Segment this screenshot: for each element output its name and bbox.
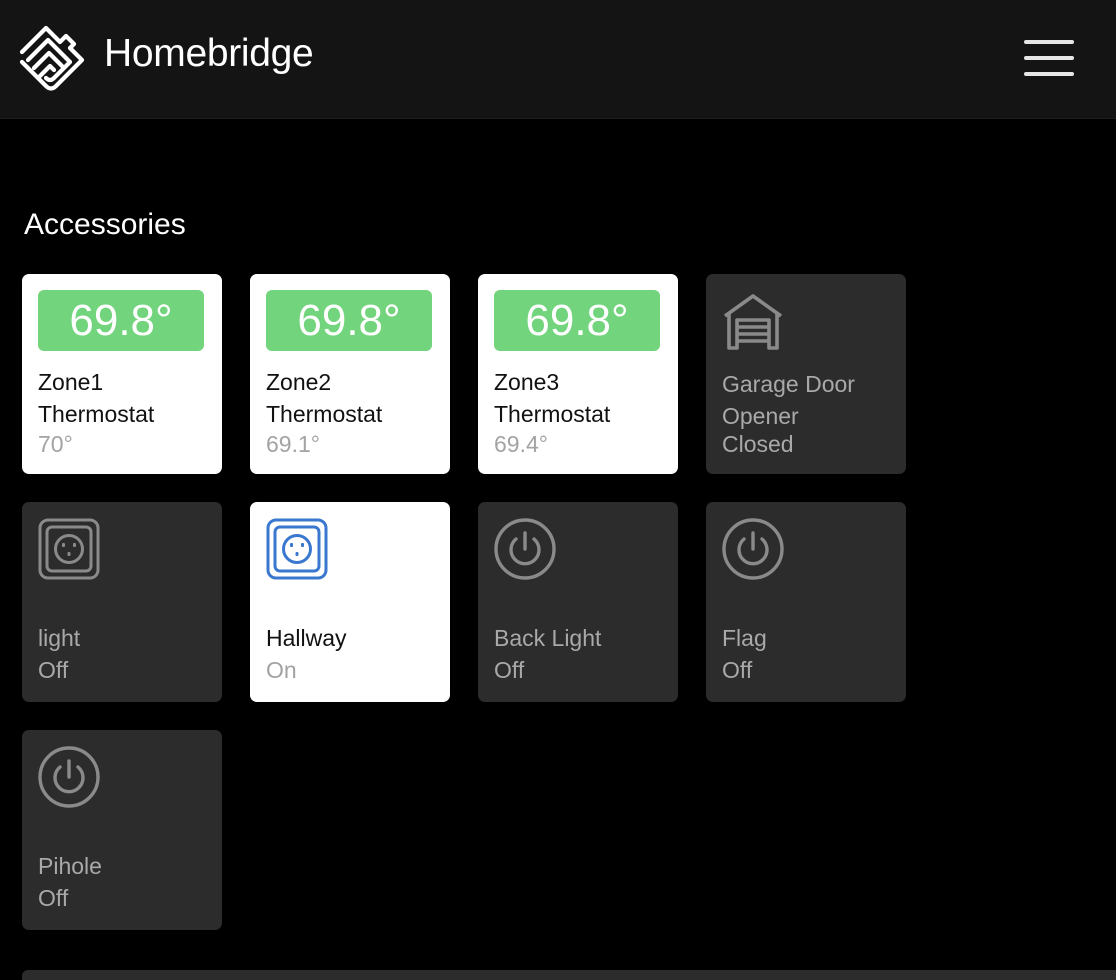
tile-status: Off	[38, 885, 69, 911]
current-temperature-badge: 69.8°	[494, 290, 660, 351]
menu-bar	[1024, 72, 1074, 76]
accessory-tile-zone3-thermostat[interactable]: 69.8° Zone3 Thermostat 69.4°	[478, 274, 678, 474]
outlet-icon	[38, 518, 100, 580]
tile-name: Flag	[722, 625, 767, 651]
tile-status: 69.1°	[266, 431, 320, 457]
tile-name: Thermostat	[38, 401, 155, 427]
power-icon	[722, 518, 784, 580]
accessory-tile-garage-door-opener[interactable]: Garage Door Opener Closed	[706, 274, 906, 474]
hamburger-menu-button[interactable]	[1020, 36, 1078, 80]
tile-name: Thermostat	[266, 401, 383, 427]
tile-name: Zone3	[494, 369, 560, 395]
tile-status: Closed	[722, 431, 794, 457]
tile-status: 70°	[38, 431, 73, 457]
current-temperature-badge: 69.8°	[38, 290, 204, 351]
hamburger-menu-icon	[1024, 40, 1074, 44]
bottom-panel-edge	[22, 970, 1116, 980]
page-title: Accessories	[24, 208, 186, 241]
accessory-tile-zone2-thermostat[interactable]: 69.8° Zone2 Thermostat 69.1°	[250, 274, 450, 474]
accessory-tile-pihole[interactable]: Pihole Off	[22, 730, 222, 930]
garage-icon	[723, 294, 783, 350]
tile-name: Zone1	[38, 369, 104, 395]
tile-name: Hallway	[266, 625, 347, 651]
tile-name: Back Light	[494, 625, 602, 651]
accessory-tile-hallway[interactable]: Hallway On	[250, 502, 450, 702]
tile-status: Off	[494, 657, 525, 683]
tile-name: Garage Door	[722, 371, 855, 397]
current-temperature-badge: 69.8°	[266, 290, 432, 351]
tile-name: Thermostat	[494, 401, 611, 427]
power-icon	[494, 518, 556, 580]
tile-name: Opener	[722, 403, 799, 429]
power-icon	[38, 746, 100, 808]
tile-status: Off	[38, 657, 69, 683]
homebridge-logo-icon[interactable]	[18, 24, 86, 92]
menu-bar	[1024, 56, 1074, 60]
top-navbar: Homebridge	[0, 0, 1116, 119]
outlet-icon	[266, 518, 328, 580]
tile-status: Off	[722, 657, 753, 683]
brand-name[interactable]: Homebridge	[104, 32, 314, 76]
accessory-tile-light[interactable]: light Off	[22, 502, 222, 702]
accessory-tile-back-light[interactable]: Back Light Off	[478, 502, 678, 702]
tile-name: Zone2	[266, 369, 332, 395]
tile-name: Pihole	[38, 853, 102, 879]
accessory-tile-flag[interactable]: Flag Off	[706, 502, 906, 702]
accessory-tile-zone1-thermostat[interactable]: 69.8° Zone1 Thermostat 70°	[22, 274, 222, 474]
tile-name: light	[38, 625, 81, 651]
tile-status: On	[266, 657, 297, 683]
tile-status: 69.4°	[494, 431, 548, 457]
